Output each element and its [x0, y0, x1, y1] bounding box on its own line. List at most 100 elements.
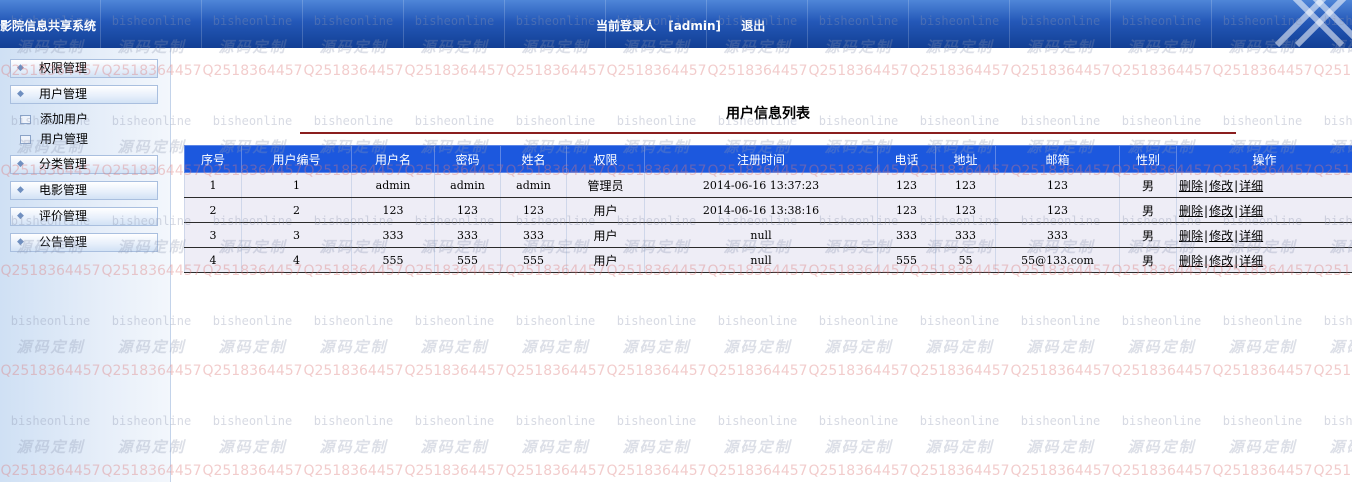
column-header: 地址 — [935, 145, 996, 173]
watermark-row: bisheonline bisheonline bisheonline bisheon… — [0, 314, 1352, 328]
cell-user-id: 2 — [241, 197, 352, 223]
watermark-text: Q2518364457 — [1010, 63, 1111, 79]
sidebar: ◆ 权限管理 ◆ 用户管理 添加用户 用户管理 ◆ 分类管理 ◆ 电影管理 ◆ … — [0, 48, 171, 482]
app-title: 影院信息共享系统 — [0, 19, 97, 33]
detail-link[interactable]: 详细 — [1239, 204, 1263, 218]
watermark-text: Q2518364457 — [707, 63, 808, 79]
sidebar-item-movies[interactable]: ◆ 电影管理 — [10, 181, 158, 200]
watermark-text: Q2518364457 — [606, 63, 707, 79]
table-row: 2 2 123 123 123 用户 2014-06-16 13:38:16 1… — [184, 197, 1352, 223]
sidebar-item-categories[interactable]: ◆ 分类管理 — [10, 155, 158, 174]
cell-username: 123 — [351, 197, 435, 223]
watermark-text: bisheonline — [1020, 414, 1101, 428]
cell-email: 123 — [995, 197, 1120, 223]
delete-link[interactable]: 删除 — [1179, 254, 1203, 268]
edit-link[interactable]: 修改 — [1209, 229, 1233, 243]
table-row: 1 1 admin admin admin 管理员 2014-06-16 13:… — [184, 172, 1352, 198]
watermark-text: bisheonline — [1121, 314, 1202, 328]
corner-decoration-icon — [1274, 0, 1352, 48]
watermark-text: Q2518364457 — [202, 63, 303, 79]
page-icon — [20, 115, 31, 124]
users-table: 序号 用户编号 用户名 密码 姓名 权限 注册时间 电话 地址 邮箱 性别 操作… — [184, 145, 1352, 273]
cell-reg-time: null — [644, 222, 878, 248]
watermark-row: Q2518364457Q2518364457Q2518364457Q251836… — [0, 63, 1352, 79]
watermark-row: bisheonline bisheonline bisheonline bisheon… — [0, 414, 1352, 428]
watermark-text: bisheonline — [414, 414, 495, 428]
edit-link[interactable]: 修改 — [1209, 179, 1233, 193]
watermark-text: Q2518364457 — [606, 363, 707, 379]
watermark-text: Q2518364457 — [909, 463, 1010, 479]
cell-user-id: 1 — [241, 172, 352, 198]
watermark-text: bisheonline — [515, 414, 596, 428]
watermark-text: Q2518364457 — [1313, 63, 1352, 79]
cell-seq: 3 — [184, 222, 242, 248]
watermark-text: bisheonline — [919, 414, 1000, 428]
cell-phone: 123 — [877, 172, 936, 198]
cell-gender: 男 — [1119, 222, 1177, 248]
sidebar-subitem-add-user[interactable]: 添加用户 — [20, 111, 88, 127]
watermark-text: bisheonline — [414, 314, 495, 328]
cell-gender: 男 — [1119, 197, 1177, 223]
cell-username: admin — [351, 172, 435, 198]
watermark-text: Q2518364457 — [808, 63, 909, 79]
watermark-text: 源码定制 — [1127, 438, 1196, 456]
watermark-text: Q2518364457 — [707, 463, 808, 479]
edit-link[interactable]: 修改 — [1209, 254, 1233, 268]
sidebar-item-reviews[interactable]: ◆ 评价管理 — [10, 207, 158, 226]
cell-name: admin — [500, 172, 567, 198]
cell-name: 555 — [500, 247, 567, 273]
watermark-text: 源码定制 — [1026, 438, 1095, 456]
watermark-text: bisheonline — [616, 314, 697, 328]
watermark-text: Q2518364457 — [1212, 463, 1313, 479]
login-info: 当前登录人 [admin] 退出 — [596, 17, 765, 34]
column-header: 密码 — [434, 145, 501, 173]
watermark-text: Q2518364457 — [606, 463, 707, 479]
watermark-text: 源码定制 — [622, 338, 691, 356]
edit-link[interactable]: 修改 — [1209, 204, 1233, 218]
detail-link[interactable]: 详细 — [1239, 254, 1263, 268]
watermark-text: Q2518364457 — [1111, 63, 1212, 79]
watermark-text: bisheonline — [212, 314, 293, 328]
cell-actions: 删除|修改|详细 — [1176, 222, 1352, 248]
sidebar-item-label: 权限管理 — [39, 61, 88, 75]
watermark-text: 源码定制 — [824, 338, 893, 356]
table-row: 4 4 555 555 555 用户 null 555 55 55@133.co… — [184, 247, 1352, 273]
delete-link[interactable]: 删除 — [1179, 204, 1203, 218]
watermark-text: Q2518364457 — [303, 63, 404, 79]
delete-link[interactable]: 删除 — [1179, 179, 1203, 193]
logout-link[interactable]: 退出 — [741, 19, 765, 33]
detail-link[interactable]: 详细 — [1239, 179, 1263, 193]
action-separator: | — [1204, 253, 1209, 268]
cell-password: 333 — [434, 222, 501, 248]
sidebar-item-permissions[interactable]: ◆ 权限管理 — [10, 59, 158, 78]
cell-password: 555 — [434, 247, 501, 273]
watermark-text: Q2518364457 — [1313, 463, 1352, 479]
column-header: 邮箱 — [995, 145, 1120, 173]
cell-name: 123 — [500, 197, 567, 223]
cell-seq: 2 — [184, 197, 242, 223]
sidebar-item-users[interactable]: ◆ 用户管理 — [10, 85, 158, 104]
watermark-text: Q2518364457 — [1010, 463, 1111, 479]
cell-username: 555 — [351, 247, 435, 273]
watermark-text: 源码定制 — [925, 438, 994, 456]
watermark-text: Q2518364457 — [1313, 363, 1352, 379]
cell-seq: 4 — [184, 247, 242, 273]
bullet-icon: ◆ — [17, 211, 24, 221]
top-header: 影院信息共享系统 当前登录人 [admin] 退出 — [0, 0, 1352, 48]
cell-reg-time: 2014-06-16 13:37:23 — [644, 172, 878, 198]
column-header: 电话 — [877, 145, 936, 173]
watermark-text: 源码定制 — [1228, 438, 1297, 456]
cell-seq: 1 — [184, 172, 242, 198]
delete-link[interactable]: 删除 — [1179, 229, 1203, 243]
column-header: 用户名 — [351, 145, 435, 173]
sidebar-item-announcements[interactable]: ◆ 公告管理 — [10, 233, 158, 252]
watermark-row: 源码定制 源码定制 源码定制 源码定制 源码定制 源码定制 源码定制 源码定制 源码定制 源码定制… — [0, 436, 1352, 457]
sidebar-item-label: 评价管理 — [39, 209, 88, 223]
watermark-text: Q2518364457 — [808, 363, 909, 379]
detail-link[interactable]: 详细 — [1239, 229, 1263, 243]
watermark-text: bisheonline — [313, 314, 394, 328]
watermark-text: Q2518364457 — [1212, 63, 1313, 79]
watermark-text: bisheonline — [818, 414, 899, 428]
sidebar-item-label: 用户管理 — [39, 87, 88, 101]
sidebar-subitem-user-management[interactable]: 用户管理 — [20, 131, 88, 147]
